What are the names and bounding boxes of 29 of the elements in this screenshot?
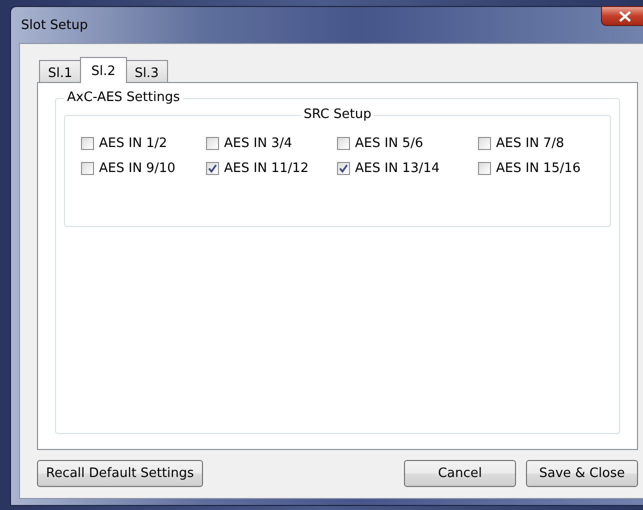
- checkbox[interactable]: [206, 162, 219, 175]
- checkbox[interactable]: [337, 162, 350, 175]
- tab[interactable]: Sl.3: [126, 60, 168, 82]
- checkbox[interactable]: [478, 137, 491, 150]
- checkbox-label[interactable]: AES IN 13/14: [337, 161, 478, 176]
- save-close-button[interactable]: Save & Close: [526, 460, 638, 487]
- checkbox-label[interactable]: AES IN 11/12: [206, 161, 337, 176]
- group-title: AxC-AES Settings: [64, 90, 183, 105]
- close-button[interactable]: [601, 6, 643, 26]
- checkbox[interactable]: [81, 162, 94, 175]
- group-title: SRC Setup: [300, 107, 374, 122]
- cancel-button[interactable]: Cancel: [404, 460, 516, 487]
- checkbox[interactable]: [81, 137, 94, 150]
- close-icon: [619, 10, 631, 22]
- check-icon: [339, 164, 348, 173]
- recall-default-settings-button[interactable]: Recall Default Settings: [37, 460, 203, 487]
- check-icon: [208, 164, 217, 173]
- checkbox-label[interactable]: AES IN 5/6: [337, 136, 478, 151]
- checkbox-label[interactable]: AES IN 15/16: [478, 161, 608, 176]
- checkbox[interactable]: [478, 162, 491, 175]
- checkbox[interactable]: [206, 137, 219, 150]
- checkbox-label[interactable]: AES IN 9/10: [81, 161, 206, 176]
- tab[interactable]: Sl.1: [39, 60, 82, 82]
- checkbox-label[interactable]: AES IN 3/4: [206, 136, 337, 151]
- tab[interactable]: Sl.2: [80, 57, 127, 83]
- checkbox-label[interactable]: AES IN 1/2: [81, 136, 206, 151]
- checkbox-label[interactable]: AES IN 7/8: [478, 136, 608, 151]
- window-title: Slot Setup: [20, 17, 88, 33]
- checkbox[interactable]: [337, 137, 350, 150]
